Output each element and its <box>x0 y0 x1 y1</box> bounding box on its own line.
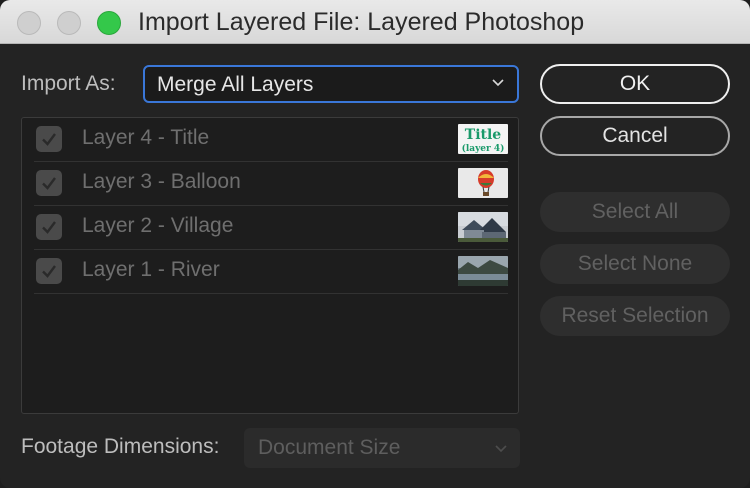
window-title: Import Layered File: Layered Photoshop <box>138 8 585 36</box>
checkmark-icon <box>42 133 56 146</box>
footage-dimensions-dropdown[interactable]: Document Size <box>244 428 520 468</box>
zoom-window-button[interactable] <box>97 11 121 35</box>
layer-name: Layer 1 - River <box>82 258 220 281</box>
layer-thumbnail-title: Title (layer 4) <box>458 124 508 154</box>
chevron-down-icon <box>492 79 504 87</box>
close-window-button[interactable] <box>17 11 41 35</box>
checkmark-icon <box>42 221 56 234</box>
village-image <box>458 212 508 242</box>
cancel-button[interactable]: Cancel <box>540 116 730 156</box>
layer-name: Layer 4 - Title <box>82 126 210 149</box>
layer-thumbnail-village <box>458 212 508 242</box>
layer-row: Layer 2 - Village <box>34 206 508 250</box>
checkmark-icon <box>42 177 56 190</box>
ok-button[interactable]: OK <box>540 64 730 104</box>
footage-dimensions-value: Document Size <box>258 436 401 459</box>
thumb-text-title: Title <box>465 127 502 143</box>
layer-checkbox[interactable] <box>36 126 62 152</box>
layer-row: Layer 4 - Title Title (layer 4) <box>34 118 508 162</box>
import-as-label: Import As: <box>21 72 116 95</box>
layer-name: Layer 2 - Village <box>82 214 234 237</box>
reset-selection-button[interactable]: Reset Selection <box>540 296 730 336</box>
thumb-text-layer: (layer 4) <box>462 143 505 154</box>
footage-dimensions-label: Footage Dimensions: <box>21 435 220 458</box>
import-as-value: Merge All Layers <box>157 73 314 96</box>
import-layered-file-dialog: Import Layered File: Layered Photoshop I… <box>0 0 750 488</box>
layer-row: Layer 3 - Balloon <box>34 162 508 206</box>
title-bar: Import Layered File: Layered Photoshop <box>0 0 750 44</box>
river-image <box>458 256 508 286</box>
layer-thumbnail-balloon <box>458 168 508 198</box>
chevron-down-icon <box>495 445 507 453</box>
layer-checkbox[interactable] <box>36 258 62 284</box>
layer-name: Layer 3 - Balloon <box>82 170 241 193</box>
checkmark-icon <box>42 265 56 278</box>
select-all-button[interactable]: Select All <box>540 192 730 232</box>
import-as-dropdown[interactable]: Merge All Layers <box>143 65 519 103</box>
balloon-icon <box>478 170 494 196</box>
layer-thumbnail-river <box>458 256 508 286</box>
minimize-window-button[interactable] <box>57 11 81 35</box>
layer-checkbox[interactable] <box>36 170 62 196</box>
layer-checkbox[interactable] <box>36 214 62 240</box>
layer-list: Layer 4 - Title Title (layer 4) Layer 3 … <box>21 117 519 414</box>
select-none-button[interactable]: Select None <box>540 244 730 284</box>
layer-row: Layer 1 - River <box>34 250 508 294</box>
